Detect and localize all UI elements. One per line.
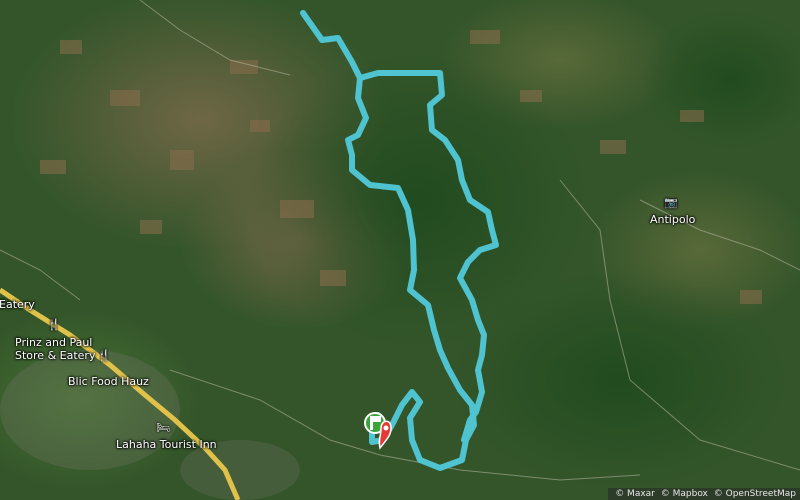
map-view[interactable]: Eatery 🍴 Prinz and Paul Store & Eatery 🍴… xyxy=(0,0,800,500)
fork-knife-icon: 🍴 xyxy=(47,318,61,331)
camera-icon: 📷 xyxy=(664,196,678,209)
place-label-blic-food-hauz[interactable]: Blic Food Hauz xyxy=(68,375,149,388)
map-attribution: © Maxar © Mapbox © OpenStreetMap xyxy=(608,488,800,500)
place-label-prinz-and-paul[interactable]: Prinz and Paul Store & Eatery xyxy=(15,336,95,362)
attribution-maxar-link[interactable]: © Maxar xyxy=(615,489,655,499)
place-label-lahaha-tourist-inn[interactable]: Lahaha Tourist Inn xyxy=(116,438,217,451)
satellite-basemap xyxy=(0,0,800,500)
bed-icon: 🛏 xyxy=(156,421,170,434)
place-label-antipolo[interactable]: Antipolo xyxy=(650,213,695,226)
fork-knife-icon: 🍴 xyxy=(97,349,111,362)
attribution-mapbox-link[interactable]: © Mapbox xyxy=(661,489,708,499)
attribution-osm-link[interactable]: © OpenStreetMap xyxy=(714,489,796,499)
place-label-eatery[interactable]: Eatery xyxy=(0,298,35,311)
